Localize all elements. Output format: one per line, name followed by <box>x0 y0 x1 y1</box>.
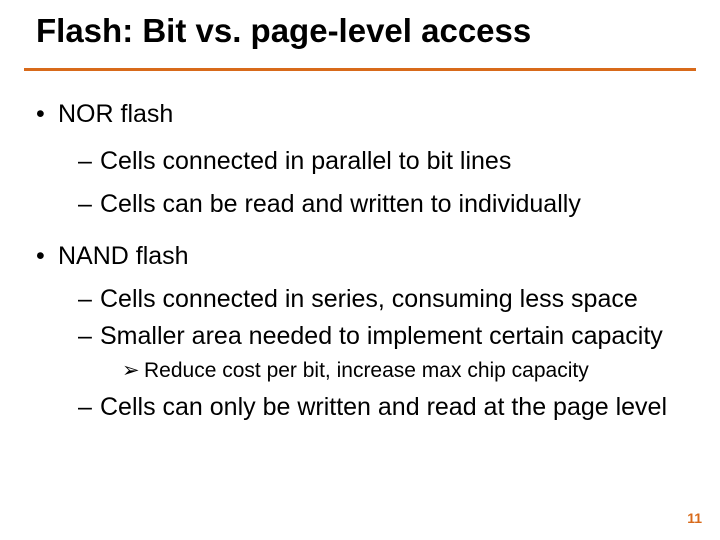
slide-title: Flash: Bit vs. page-level access <box>36 12 531 50</box>
title-rule <box>24 68 696 71</box>
page-number: 11 <box>687 510 702 526</box>
slide-body: •NOR flash –Cells connected in parallel … <box>36 90 706 429</box>
bullet-nor-sub2: –Cells can be read and written to indivi… <box>78 190 706 219</box>
bullet-tri-icon: ➢ <box>122 359 144 383</box>
bullet-nor-sub2-text: Cells can be read and written to individ… <box>100 190 581 218</box>
bullet-dash-icon: – <box>78 322 100 351</box>
bullet-nand-sub3: –Cells can only be written and read at t… <box>78 393 706 422</box>
bullet-nand-sub2-text: Smaller area needed to implement certain… <box>100 322 663 350</box>
bullet-nor-sub1: –Cells connected in parallel to bit line… <box>78 147 706 176</box>
bullet-nand-label: NAND flash <box>58 242 189 270</box>
bullet-nand-sub1: –Cells connected in series, consuming le… <box>78 285 706 314</box>
bullet-nand-sub3-text: Cells can only be written and read at th… <box>100 393 667 421</box>
bullet-dash-icon: – <box>78 147 100 176</box>
bullet-nand: •NAND flash <box>36 242 706 271</box>
bullet-nor: •NOR flash <box>36 100 706 129</box>
bullet-dot-icon: • <box>36 100 58 129</box>
slide: Flash: Bit vs. page-level access •NOR fl… <box>0 0 720 540</box>
bullet-nand-sub2a-text: Reduce cost per bit, increase max chip c… <box>144 359 589 382</box>
bullet-nand-sub2a: ➢Reduce cost per bit, increase max chip … <box>122 359 706 383</box>
bullet-dash-icon: – <box>78 285 100 314</box>
bullet-nor-sub1-text: Cells connected in parallel to bit lines <box>100 147 511 175</box>
bullet-dot-icon: • <box>36 242 58 271</box>
bullet-dash-icon: – <box>78 190 100 219</box>
bullet-nand-sub2: –Smaller area needed to implement certai… <box>78 322 706 351</box>
bullet-nand-sub1-text: Cells connected in series, consuming les… <box>100 285 638 313</box>
bullet-dash-icon: – <box>78 393 100 422</box>
bullet-nor-label: NOR flash <box>58 100 173 128</box>
